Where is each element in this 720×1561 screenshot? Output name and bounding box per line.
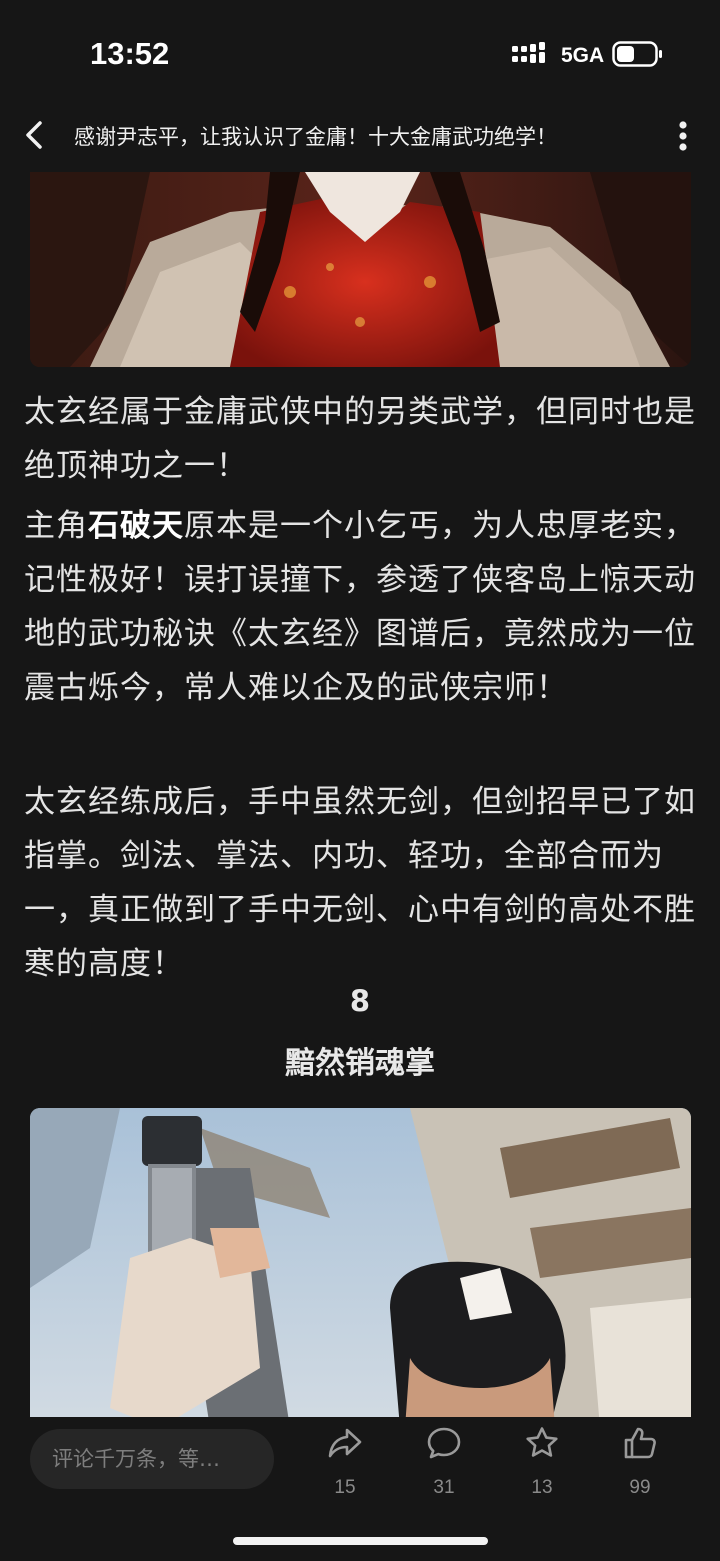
character-name: 石破天 [88,508,184,544]
article-content: 太玄经属于金庸武侠中的另类武学，但同时也是绝顶神功之一！ 主角石破天原本是一个小… [0,172,720,1417]
comment-button[interactable]: 31 [409,1425,479,1515]
back-button[interactable] [20,117,54,153]
star-icon [526,1427,558,1457]
home-indicator[interactable] [233,1537,488,1545]
share-count: 15 [334,1477,356,1498]
article-image-bottom [30,1108,691,1417]
signal-icon [512,42,545,63]
status-time: 13:52 [90,36,170,71]
share-button[interactable]: 15 [310,1425,380,1515]
favorite-button[interactable]: 13 [507,1425,577,1515]
page-title: 感谢尹志平，让我认识了金庸！十大金庸武功绝学！ [74,125,557,149]
back-arrow-icon [26,121,42,149]
battery-icon [612,41,662,67]
more-vertical-icon [679,121,687,151]
paragraph-1: 太玄经属于金庸武侠中的另类武学，但同时也是绝顶神功之一！ [24,394,696,484]
share-icon [328,1428,362,1458]
thumbs-up-icon [624,1427,656,1459]
comment-icon [427,1427,461,1459]
network-label: 5GA [561,44,605,67]
paragraph-2: 主角石破天原本是一个小乞丐，为人忠厚老实，记性极好！误打误撞下，参透了侠客岛上惊… [24,499,699,715]
bottom-action-bar: 15 31 13 99 [0,1417,720,1561]
article-image-top [30,172,691,367]
section-title: 黯然销魂掌 [285,1046,435,1081]
paragraph-2-prefix: 主角 [24,508,88,544]
paragraph-3: 太玄经练成后，手中虽然无剑，但剑招早已了如指掌。剑法、掌法、内功、轻功，全部合而… [24,784,696,982]
section-number: 8 [349,984,371,1018]
like-count: 99 [629,1477,651,1498]
more-button[interactable] [668,117,698,157]
like-button[interactable]: 99 [605,1425,675,1515]
header: 感谢尹志平，让我认识了金庸！十大金庸武功绝学！ [0,105,720,165]
comment-count: 31 [433,1477,455,1498]
status-bar: 13:52 5GA [0,0,720,105]
favorite-count: 13 [531,1477,553,1498]
comment-input[interactable] [30,1429,274,1489]
